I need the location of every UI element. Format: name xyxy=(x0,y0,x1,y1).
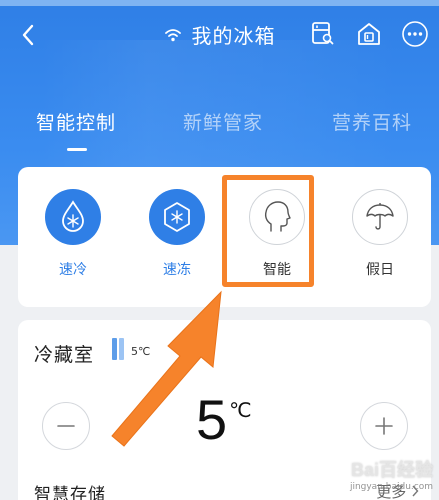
temperature-value: 5 xyxy=(196,388,228,451)
mode-label: 速冷 xyxy=(59,262,87,278)
temperature-unit: ℃ xyxy=(229,398,252,422)
plus-icon xyxy=(375,417,393,435)
mode-quick-cool[interactable]: 速冷 xyxy=(38,189,108,279)
top-actions xyxy=(307,18,431,50)
watermark-brand: Bai百经验 xyxy=(350,460,433,480)
minus-icon xyxy=(57,425,75,427)
smart-button[interactable] xyxy=(249,189,305,245)
smart-storage-label: 智慧存储 xyxy=(34,485,106,500)
mode-quick-freeze[interactable]: 速冻 xyxy=(142,189,212,279)
mode-card: 速冷 速冻 智能 假日 xyxy=(18,167,431,307)
tab-fresh-manager[interactable]: 新鲜管家 xyxy=(183,108,263,135)
more-icon xyxy=(402,21,428,47)
fridge-compartment-title: 冷藏室 xyxy=(34,344,95,366)
home-button[interactable] xyxy=(353,18,385,50)
home-icon xyxy=(358,23,380,45)
increase-temp-button[interactable] xyxy=(360,402,408,450)
snowflake-drop-icon xyxy=(62,200,84,232)
wifi-icon xyxy=(164,28,181,41)
status-bar xyxy=(0,0,439,6)
temperature-level-icon xyxy=(112,338,124,360)
target-temperature: 5 ℃ xyxy=(196,386,252,454)
umbrella-icon xyxy=(366,203,394,230)
page-title: 我的冰箱 xyxy=(191,24,276,48)
watermark: Bai百经验 jingyan.baidu.com xyxy=(350,456,433,492)
mode-smart[interactable]: 智能 xyxy=(242,189,312,279)
head-profile-icon xyxy=(264,201,291,232)
watermark-url: jingyan.baidu.com xyxy=(349,482,433,492)
holiday-button[interactable] xyxy=(352,189,408,245)
quick-cool-button[interactable] xyxy=(45,189,101,245)
tab-nutrition[interactable]: 营养百科 xyxy=(332,108,412,135)
tab-smart-control[interactable]: 智能控制 xyxy=(36,108,116,135)
more-button[interactable] xyxy=(399,18,431,50)
mode-label: 速冻 xyxy=(163,262,191,278)
mode-label: 智能 xyxy=(263,262,291,278)
fridge-search-icon xyxy=(312,22,334,45)
decrease-temp-button[interactable] xyxy=(42,402,90,450)
current-temperature-small: 5℃ xyxy=(131,345,151,358)
snowflake-hexagon-icon xyxy=(164,202,190,232)
fridge-search-button[interactable] xyxy=(307,18,339,50)
mode-holiday[interactable]: 假日 xyxy=(345,189,415,279)
quick-freeze-button[interactable] xyxy=(149,189,205,245)
top-bar: 我的冰箱 xyxy=(0,14,439,58)
tab-bar: 智能控制 新鲜管家 营养百科 xyxy=(0,98,439,158)
mode-label: 假日 xyxy=(366,262,394,278)
active-tab-indicator xyxy=(67,148,87,151)
